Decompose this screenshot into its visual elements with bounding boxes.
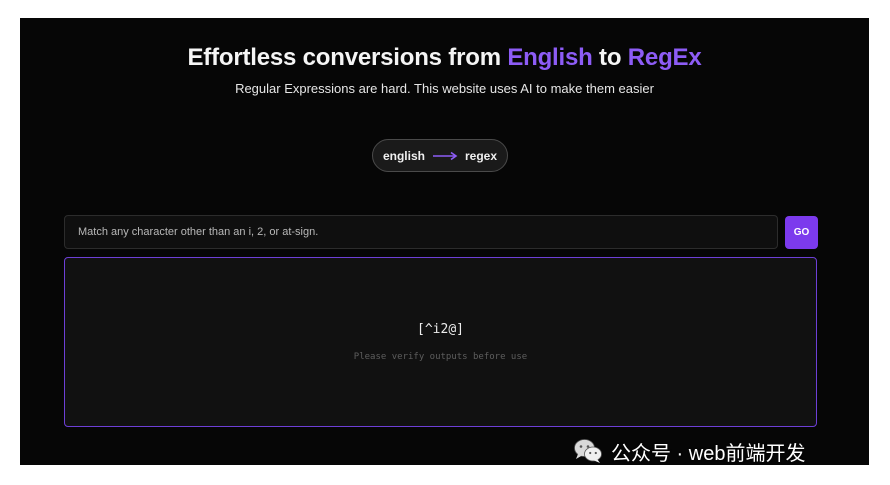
mode-to-label: regex [464,148,498,163]
go-button[interactable]: GO [785,216,818,249]
english-query-text: Match any character other than an i, 2, … [78,226,319,238]
title-prefix: Effortless conversions from [187,44,508,71]
go-button-label: GO [793,227,810,238]
conversion-mode-toggle[interactable]: english regex [372,139,508,172]
english-query-input[interactable]: Match any character other than an i, 2, … [64,215,778,249]
page-subtitle: Regular Expressions are hard. This websi… [235,81,654,96]
wechat-watermark: 公众号 · web前端开发 [573,436,805,466]
regex-result[interactable]: [^i2@] [65,322,816,337]
verify-disclaimer: Please verify outputs before use [353,352,528,362]
mode-from-label: english [382,148,425,163]
long-arrow-right-icon [432,151,458,161]
title-english: English [507,44,593,71]
wechat-icon [573,438,603,464]
title-middle: to [592,44,628,71]
title-regex: RegEx [627,44,702,71]
app-window: Effortless conversions from English to R… [20,18,869,465]
watermark-text: 公众号 · web前端开发 [611,442,806,465]
regex-output-panel: [^i2@] Please verify outputs before use [64,257,817,427]
page-title: Effortless conversions from English to R… [20,44,869,72]
